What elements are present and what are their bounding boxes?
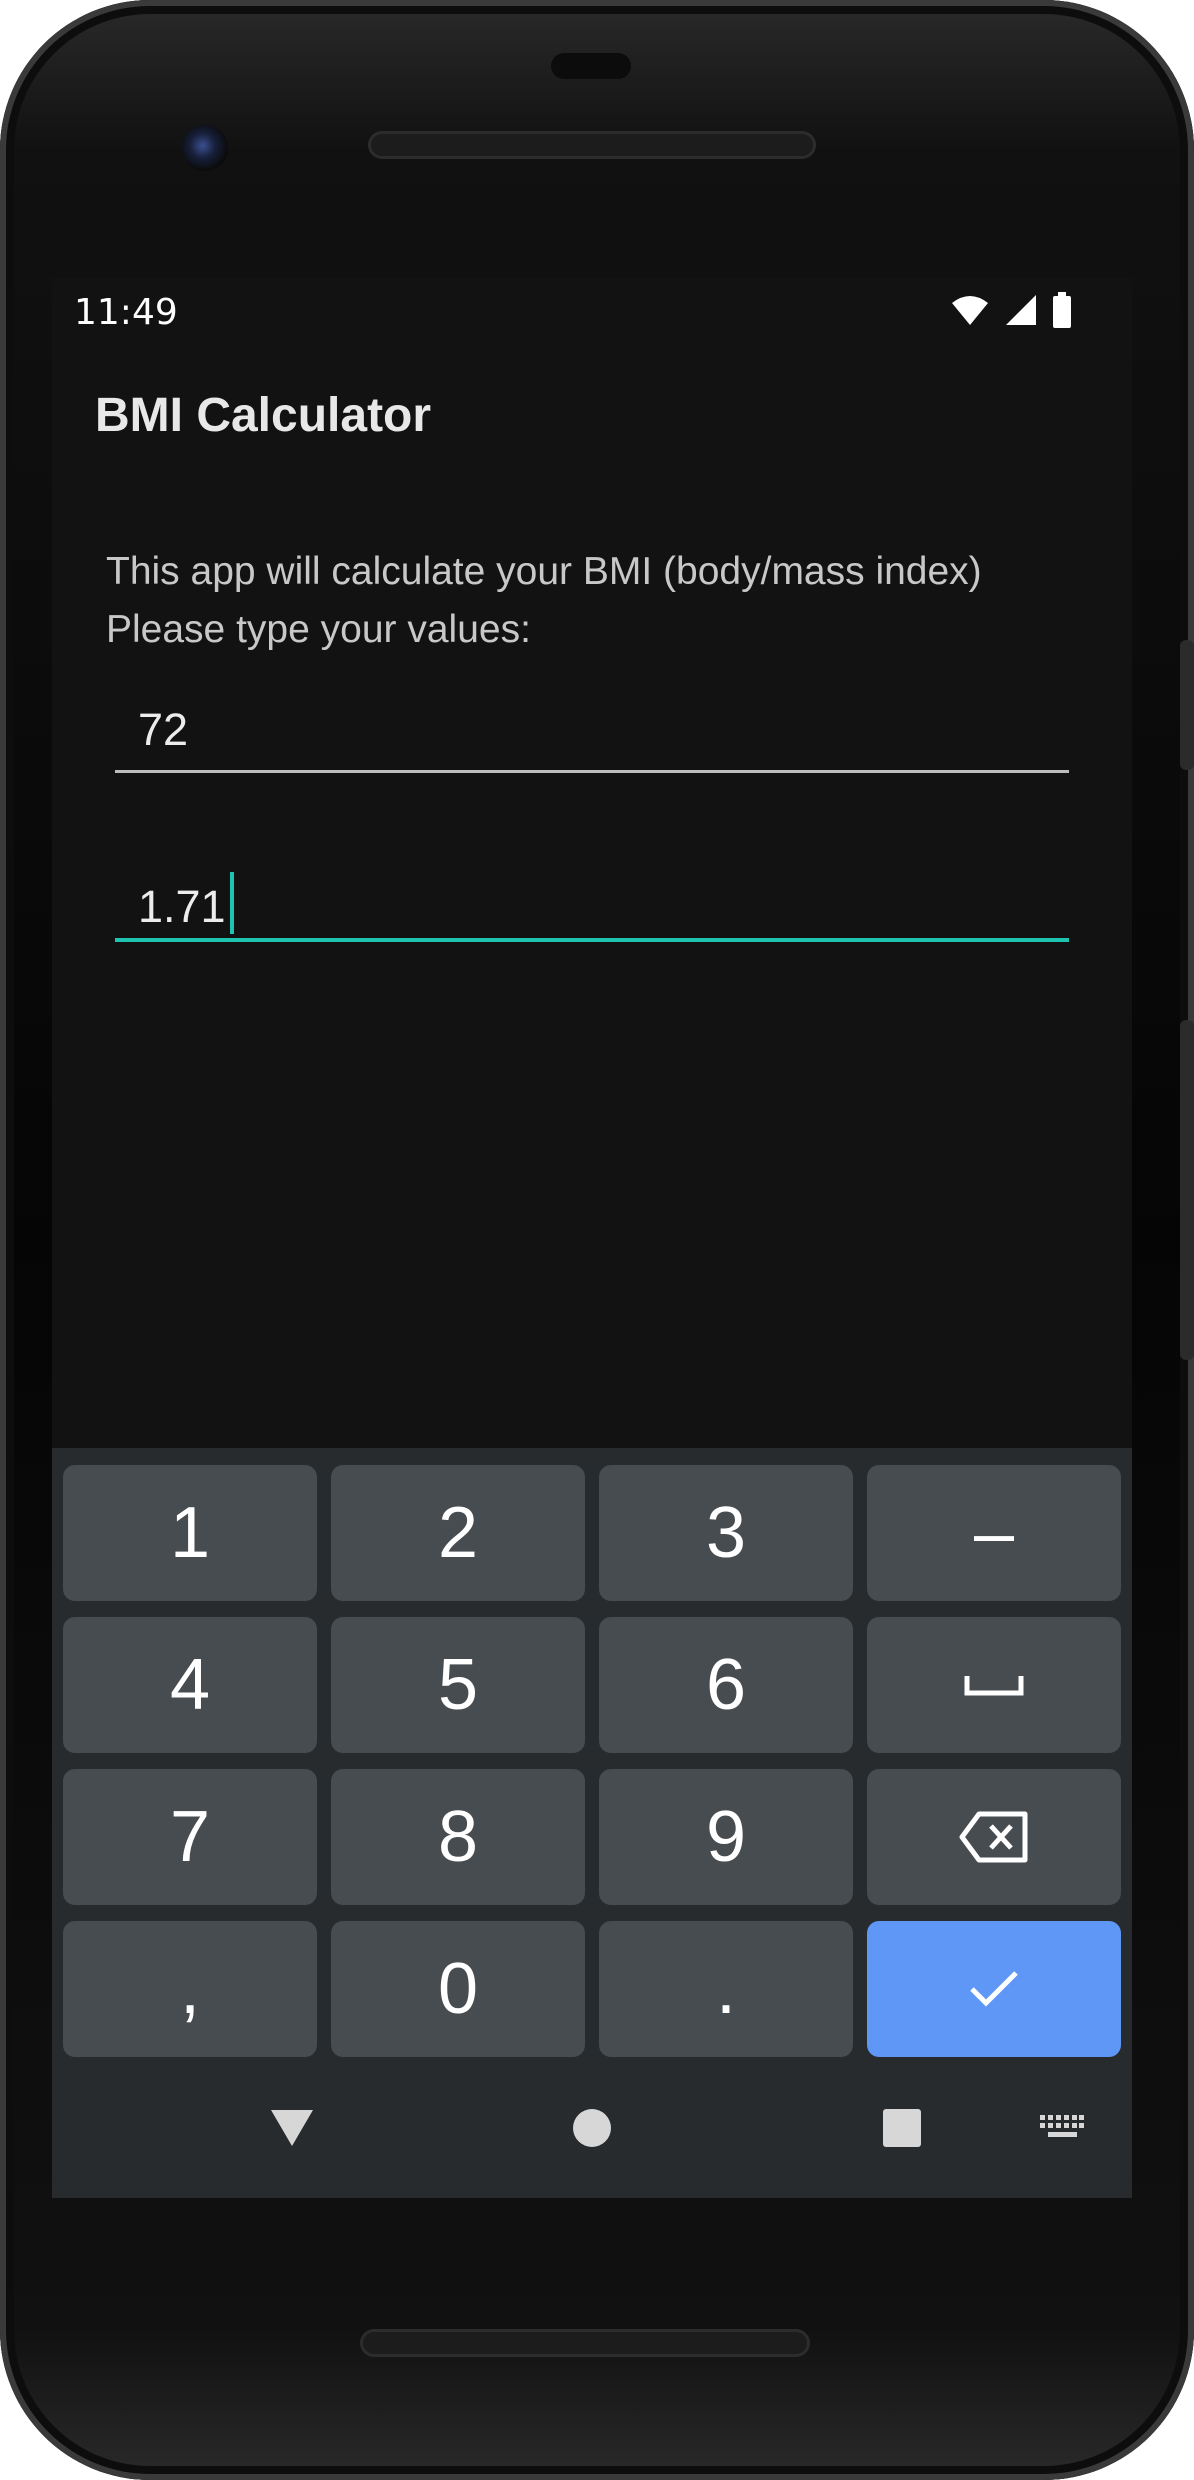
key-minus[interactable]: – xyxy=(867,1465,1121,1601)
key-space[interactable] xyxy=(867,1617,1121,1753)
volume-button xyxy=(1180,1020,1194,1360)
battery-icon xyxy=(1053,292,1071,328)
weight-value: 72 xyxy=(138,704,189,755)
key-8[interactable]: 8 xyxy=(331,1769,585,1905)
nav-keyboard-switch[interactable] xyxy=(1032,2103,1092,2153)
front-camera xyxy=(182,125,228,171)
key-6[interactable]: 6 xyxy=(599,1617,853,1753)
earpiece-speaker xyxy=(368,131,816,159)
key-0[interactable]: 0 xyxy=(331,1921,585,2057)
intro-line-2: Please type your values: xyxy=(106,608,531,651)
key-backspace[interactable] xyxy=(867,1769,1121,1905)
screen: 11:49 BMI Calculator This app will calcu… xyxy=(52,278,1132,2198)
cell-signal-icon xyxy=(1006,295,1036,325)
height-value: 1.71 xyxy=(138,881,226,932)
key-9[interactable]: 9 xyxy=(599,1769,853,1905)
nav-back[interactable] xyxy=(252,2098,332,2158)
status-bar: 11:49 xyxy=(52,278,1132,344)
backspace-icon xyxy=(959,1811,1028,1863)
phone-frame: 11:49 BMI Calculator This app will calcu… xyxy=(0,0,1194,2480)
navigation-bar xyxy=(52,2058,1132,2198)
keyboard-switch-icon xyxy=(1040,2115,1084,2137)
height-input[interactable]: 1.71 xyxy=(115,858,1069,942)
intro-text: This app will calculate your BMI (body/m… xyxy=(106,543,1106,659)
key-7[interactable]: 7 xyxy=(63,1769,317,1905)
key-4[interactable]: 4 xyxy=(63,1617,317,1753)
intro-line-1: This app will calculate your BMI (body/m… xyxy=(106,550,982,593)
back-icon xyxy=(271,2110,313,2146)
app-title: BMI Calculator xyxy=(95,389,432,442)
key-5[interactable]: 5 xyxy=(331,1617,585,1753)
power-button xyxy=(1180,640,1194,770)
bottom-speaker xyxy=(360,2329,810,2357)
weight-input[interactable]: 72 xyxy=(115,690,1069,773)
text-cursor xyxy=(229,872,234,934)
home-icon xyxy=(573,2109,611,2147)
wifi-icon xyxy=(952,296,988,325)
space-icon xyxy=(964,1676,1024,1696)
nav-home[interactable] xyxy=(552,2098,632,2158)
numeric-keyboard: 1 2 3 – 4 5 6 7 8 9 , 0 . xyxy=(52,1448,1132,2198)
height-value-wrap: 1.71 xyxy=(138,872,234,934)
top-slot xyxy=(551,53,631,79)
recents-icon xyxy=(883,2109,921,2147)
key-comma[interactable]: , xyxy=(63,1921,317,2057)
key-2[interactable]: 2 xyxy=(331,1465,585,1601)
checkmark-icon xyxy=(970,1971,1018,2007)
status-icons xyxy=(950,292,1072,328)
key-3[interactable]: 3 xyxy=(599,1465,853,1601)
key-period[interactable]: . xyxy=(599,1921,853,2057)
nav-recents[interactable] xyxy=(862,2098,942,2158)
key-done[interactable] xyxy=(867,1921,1121,2057)
key-1[interactable]: 1 xyxy=(63,1465,317,1601)
status-time: 11:49 xyxy=(74,292,178,333)
